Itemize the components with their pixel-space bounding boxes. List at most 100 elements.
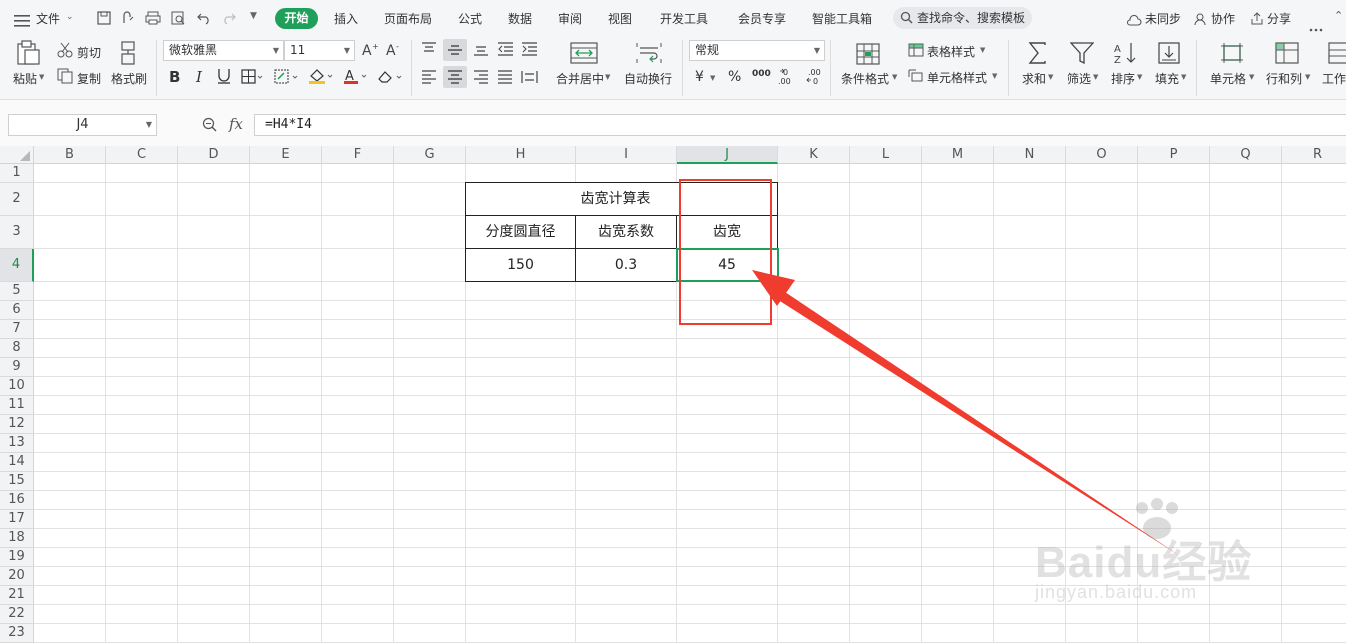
column-header-e[interactable]: E xyxy=(250,146,322,164)
increase-indent-icon[interactable] xyxy=(521,42,538,56)
row-column-button[interactable]: 行和列 xyxy=(1266,70,1302,87)
row-header-4[interactable]: 4 xyxy=(0,249,34,282)
fill-dropdown-icon[interactable]: ▼ xyxy=(1181,73,1186,81)
row-header-16[interactable]: 16 xyxy=(0,491,34,510)
tab-member[interactable]: 会员专享 xyxy=(738,10,786,27)
undo-format-icon[interactable] xyxy=(121,10,135,29)
font-color-icon[interactable]: A xyxy=(343,68,369,84)
spreadsheet-grid[interactable]: BCDEFGHIJKLMNOPQR 1 2 3 4 5 6 7 8 9 10 11 12 13 14 15 1… xyxy=(0,146,1346,643)
column-header-d[interactable]: D xyxy=(178,146,250,164)
thousands-separator-button[interactable]: 000 xyxy=(752,69,771,79)
tab-view[interactable]: 视图 xyxy=(608,10,632,27)
table-style-dropdown-icon[interactable]: ▼ xyxy=(980,46,985,54)
merge-center-icon[interactable] xyxy=(570,42,598,64)
paste-button[interactable]: 粘贴 xyxy=(13,70,37,87)
cloud-sync-icon[interactable] xyxy=(1126,11,1142,30)
header-cell-coefficient[interactable]: 齿宽系数 xyxy=(576,216,676,248)
tab-page-layout[interactable]: 页面布局 xyxy=(384,10,432,27)
value-cell-diameter[interactable]: 150 xyxy=(466,249,575,281)
worksheet-button[interactable]: 工作 xyxy=(1322,70,1346,87)
filter-button[interactable]: 筛选 xyxy=(1067,70,1091,87)
column-header-c[interactable]: C xyxy=(106,146,178,164)
sum-dropdown-icon[interactable]: ▼ xyxy=(1048,73,1053,81)
row-header-6[interactable]: 6 xyxy=(0,301,34,320)
border-icon[interactable] xyxy=(241,69,263,84)
row-header-8[interactable]: 8 xyxy=(0,339,34,358)
share-icon[interactable] xyxy=(1250,10,1264,29)
align-top-icon[interactable] xyxy=(421,42,437,56)
row-header-13[interactable]: 13 xyxy=(0,434,34,453)
sync-status[interactable]: 未同步 xyxy=(1145,10,1181,27)
select-all-corner[interactable] xyxy=(0,146,34,164)
command-search-input[interactable]: 查找命令、搜索模板 xyxy=(893,7,1032,29)
print-icon[interactable] xyxy=(145,10,161,29)
column-header-h[interactable]: H xyxy=(466,146,576,164)
row-header-5[interactable]: 5 xyxy=(0,282,34,301)
column-header-n[interactable]: N xyxy=(994,146,1066,164)
worksheet-icon[interactable] xyxy=(1328,42,1346,64)
cell-button[interactable]: 单元格 xyxy=(1210,70,1246,87)
cell-style-button-icon[interactable] xyxy=(908,69,924,83)
cell-style-icon[interactable] xyxy=(274,69,298,84)
name-box-dropdown-icon[interactable]: ▼ xyxy=(146,115,152,135)
zoom-formula-icon[interactable] xyxy=(202,117,218,137)
header-cell-diameter[interactable]: 分度圆直径 xyxy=(466,216,575,248)
fill-icon[interactable] xyxy=(1158,42,1180,64)
column-header-g[interactable]: G xyxy=(394,146,466,164)
undo-icon[interactable] xyxy=(197,10,211,29)
decrease-decimal-icon[interactable]: .00 0 xyxy=(803,67,823,85)
table-title-cell[interactable]: 齿宽计算表 xyxy=(466,183,777,215)
align-left-icon[interactable] xyxy=(421,70,437,84)
number-format-dropdown-icon[interactable]: ▼ xyxy=(814,41,820,60)
row-header-19[interactable]: 19 xyxy=(0,548,34,567)
conditional-format-dropdown-icon[interactable]: ▼ xyxy=(892,73,897,81)
row-header-9[interactable]: 9 xyxy=(0,358,34,377)
cell-icon[interactable] xyxy=(1220,42,1244,64)
increase-decimal-icon[interactable]: 0.00 xyxy=(777,67,797,85)
cell-dropdown-icon[interactable]: ▼ xyxy=(1249,73,1254,81)
row-header-23[interactable]: 23 xyxy=(0,624,34,643)
row-header-2[interactable]: 2 xyxy=(0,183,34,216)
number-format-select[interactable]: 常规 ▼ xyxy=(689,40,825,61)
format-painter-icon[interactable] xyxy=(118,40,140,66)
clear-format-icon[interactable] xyxy=(377,69,403,84)
redo-icon[interactable] xyxy=(222,10,236,29)
row-header-11[interactable]: 11 xyxy=(0,396,34,415)
cell-style-button[interactable]: 单元格样式 xyxy=(927,69,987,86)
header-cell-tooth-width[interactable]: 齿宽 xyxy=(677,216,777,248)
bold-icon[interactable]: B xyxy=(168,68,182,84)
tab-data[interactable]: 数据 xyxy=(508,10,532,27)
column-header-l[interactable]: L xyxy=(850,146,922,164)
row-header-20[interactable]: 20 xyxy=(0,567,34,586)
column-header-o[interactable]: O xyxy=(1066,146,1138,164)
distributed-align-icon[interactable] xyxy=(521,70,538,84)
merge-center-dropdown-icon[interactable]: ▼ xyxy=(605,73,610,81)
font-name-dropdown-icon[interactable]: ▼ xyxy=(273,41,279,60)
paste-dropdown-icon[interactable]: ▼ xyxy=(39,73,44,81)
share-button[interactable]: 分享 xyxy=(1267,10,1291,27)
wrap-text-icon[interactable] xyxy=(636,42,662,64)
collapse-ribbon-icon[interactable]: ⌃ xyxy=(1334,9,1343,22)
font-size-dropdown-icon[interactable]: ▼ xyxy=(344,41,350,60)
collaborate-button[interactable]: 协作 xyxy=(1211,10,1235,27)
insert-function-icon[interactable]: fx xyxy=(229,115,243,133)
font-name-select[interactable]: 微软雅黑 ▼ xyxy=(163,40,284,61)
tab-developer[interactable]: 开发工具 xyxy=(660,10,708,27)
sort-dropdown-icon[interactable]: ▼ xyxy=(1137,73,1142,81)
column-header-k[interactable]: K xyxy=(778,146,850,164)
tab-formulas[interactable]: 公式 xyxy=(458,10,482,27)
italic-icon[interactable]: I xyxy=(194,68,206,84)
currency-format-button[interactable]: ¥ xyxy=(695,69,704,85)
tab-review[interactable]: 审阅 xyxy=(558,10,582,27)
filter-dropdown-icon[interactable]: ▼ xyxy=(1093,73,1098,81)
file-menu[interactable]: 文件 xyxy=(36,10,60,27)
cell-style-dropdown-icon[interactable]: ▼ xyxy=(992,72,997,80)
sum-button[interactable]: 求和 xyxy=(1022,70,1046,87)
row-header-15[interactable]: 15 xyxy=(0,472,34,491)
print-preview-icon[interactable] xyxy=(171,10,186,29)
row-header-22[interactable]: 22 xyxy=(0,605,34,624)
quick-access-dropdown-icon[interactable]: ▼ xyxy=(250,11,257,21)
sort-icon[interactable]: AZ xyxy=(1114,42,1138,64)
table-style-button[interactable]: 表格样式 xyxy=(927,43,975,60)
cut-button[interactable]: 剪切 xyxy=(77,44,101,61)
